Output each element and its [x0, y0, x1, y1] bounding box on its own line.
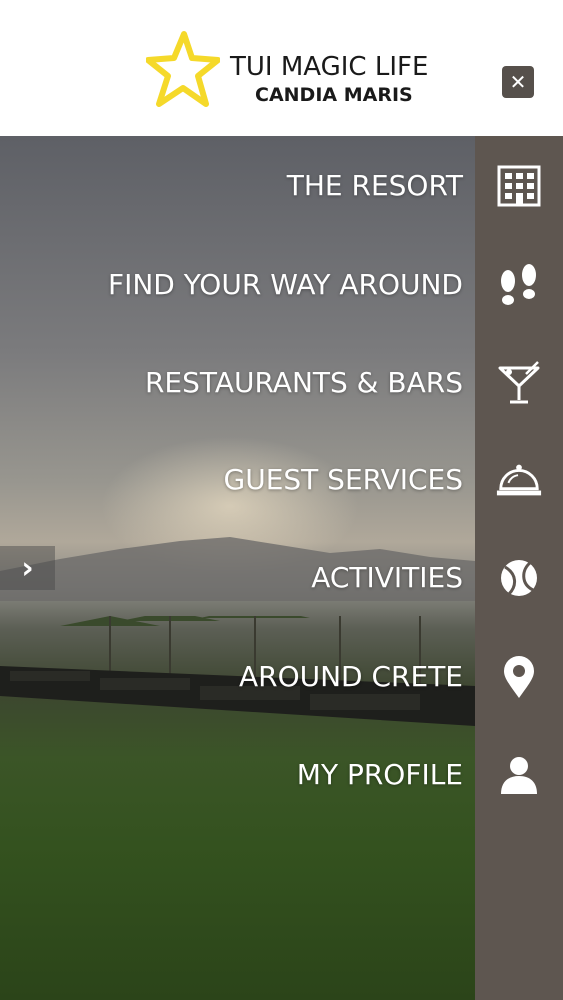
menu-item-around-crete[interactable]: AROUND CRETE	[0, 635, 563, 719]
close-icon: ✕	[509, 70, 527, 94]
tennis-ball-icon	[495, 556, 543, 600]
brand-subtitle: CANDIA MARIS	[255, 84, 413, 106]
service-bell-icon	[495, 458, 543, 502]
app-header: TUI MAGIC LIFE CANDIA MARIS ✕	[0, 0, 563, 136]
brand-title: TUI MAGIC LIFE	[230, 52, 429, 82]
menu-item-label: FIND YOUR WAY AROUND	[107, 268, 463, 301]
menu-item-label: MY PROFILE	[296, 758, 463, 791]
menu-item-label: AROUND CRETE	[238, 660, 463, 693]
building-icon	[495, 164, 543, 208]
menu-item-label: GUEST SERVICES	[223, 463, 463, 496]
menu-item-guest-services[interactable]: GUEST SERVICES	[0, 438, 563, 522]
user-icon	[495, 753, 543, 797]
menu-item-my-profile[interactable]: MY PROFILE	[0, 733, 563, 817]
menu-item-label: ACTIVITIES	[311, 561, 463, 594]
menu-item-label: THE RESORT	[286, 169, 463, 202]
menu-item-label: RESTAURANTS & BARS	[144, 366, 463, 399]
menu-item-the-resort[interactable]: THE RESORT	[0, 144, 563, 228]
footprints-icon	[495, 263, 543, 307]
cocktail-icon	[495, 361, 543, 405]
menu-item-find-your-way[interactable]: FIND YOUR WAY AROUND	[0, 243, 563, 327]
menu-item-restaurants-bars[interactable]: RESTAURANTS & BARS	[0, 341, 563, 425]
map-pin-icon	[495, 655, 543, 699]
star-logo-icon	[146, 31, 220, 107]
close-button[interactable]: ✕	[502, 66, 534, 98]
menu-item-activities[interactable]: ACTIVITIES	[0, 536, 563, 620]
